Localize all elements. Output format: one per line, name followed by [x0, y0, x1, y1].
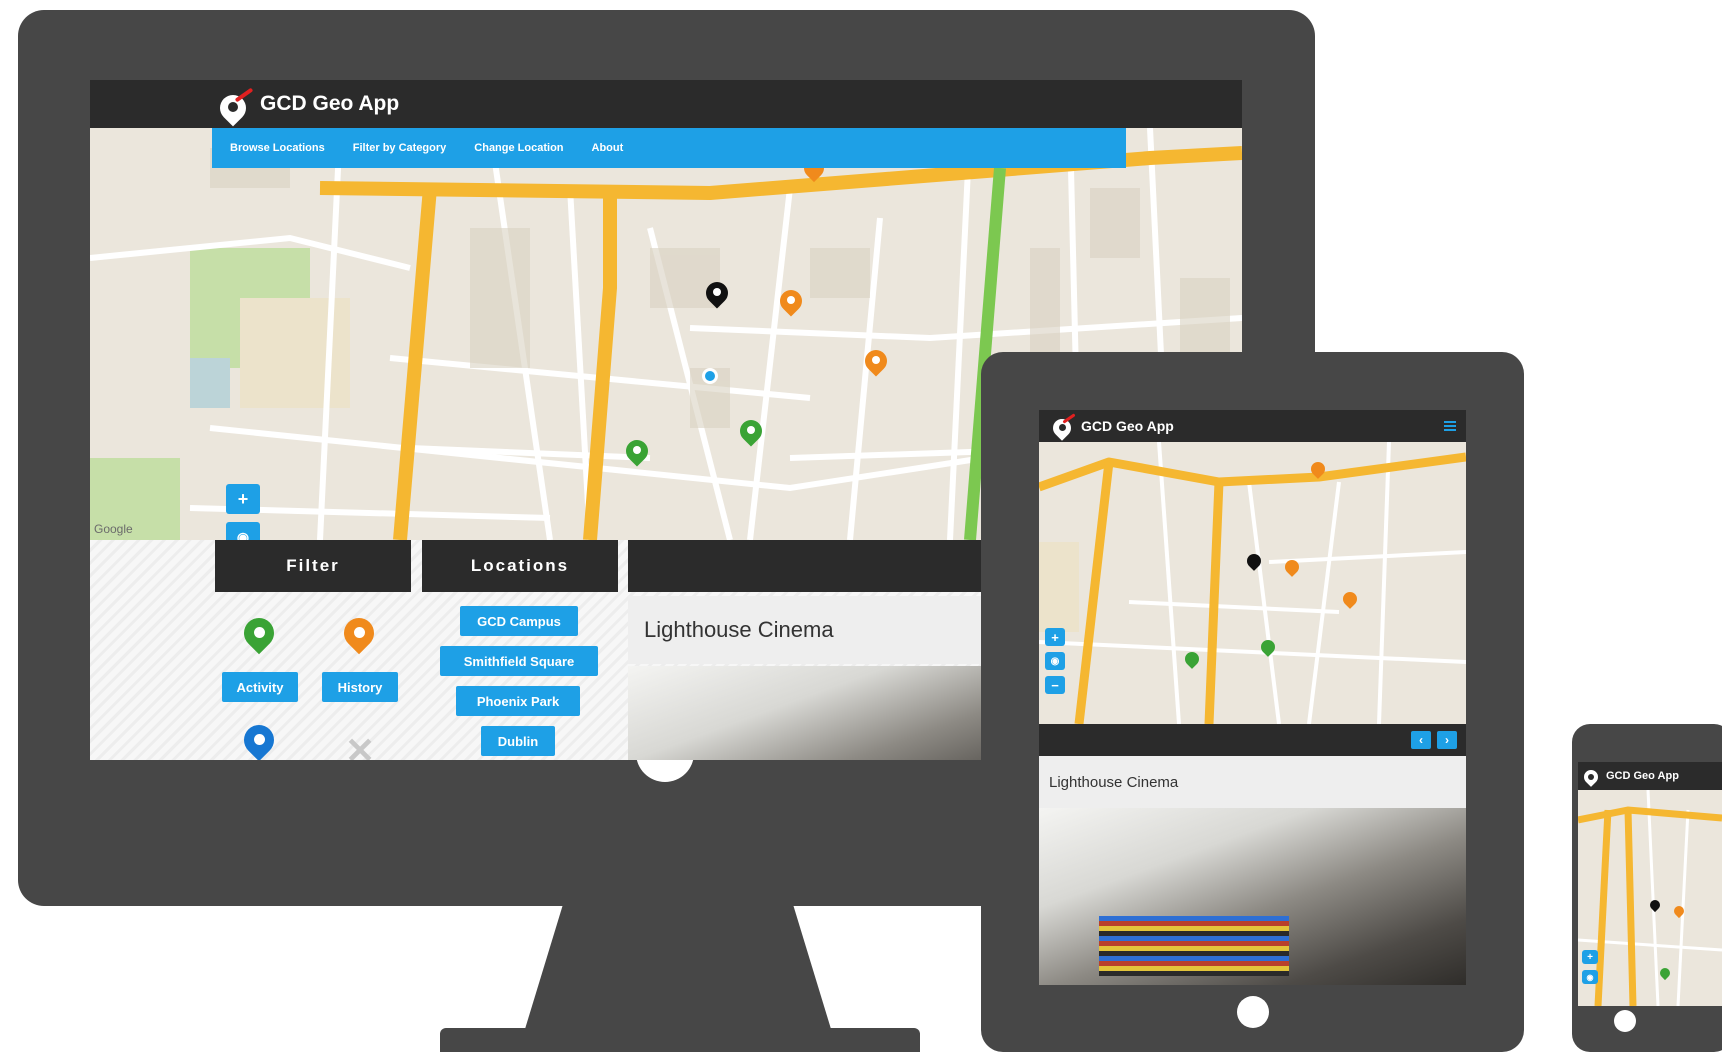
location-smithfield-square-button[interactable]: Smithfield Square [440, 646, 598, 676]
nav-browse-locations[interactable]: Browse Locations [216, 142, 339, 154]
phone-map-pin-history-icon[interactable] [1671, 903, 1687, 919]
location-dublin-button[interactable]: Dublin [481, 726, 555, 756]
filter-history-button[interactable]: History [322, 672, 398, 702]
location-category-icon [237, 718, 281, 760]
tablet-map-tiles [1039, 442, 1466, 724]
current-location-dot-icon [702, 368, 718, 384]
location-phoenix-park-button[interactable]: Phoenix Park [456, 686, 580, 716]
map-attribution: Google [94, 522, 133, 536]
phone-zoom-in-button[interactable]: + [1582, 950, 1598, 964]
cinema-seat-stripes [1099, 916, 1289, 976]
tablet-detail-bar [1039, 724, 1466, 756]
locate-button[interactable]: ◉ [226, 522, 260, 540]
phone-map-pin-activity-icon[interactable] [1657, 965, 1673, 981]
next-location-button[interactable]: › [1437, 731, 1457, 749]
phone-map-view[interactable]: + ◉ [1578, 790, 1722, 1006]
tablet-app-header: GCD Geo App [1039, 410, 1466, 442]
app-header: GCD Geo App [90, 80, 1242, 128]
history-category-icon [337, 611, 381, 655]
map-pin-activity-icon[interactable] [621, 435, 653, 467]
tablet-location-photo [1039, 808, 1466, 985]
tablet-app-title: GCD Geo App [1081, 418, 1174, 434]
location-gcd-campus-button[interactable]: GCD Campus [460, 606, 578, 636]
tablet-map-view[interactable]: + ◉ − [1039, 442, 1466, 724]
app-title: GCD Geo App [260, 92, 400, 115]
filter-activity-button[interactable]: Activity [222, 672, 298, 702]
tablet-screen: GCD Geo App + ◉ − ‹ › Lighthouse Cinema [1039, 410, 1466, 985]
monitor-stand-base [440, 1028, 920, 1052]
prev-location-button[interactable]: ‹ [1411, 731, 1431, 749]
phone-map-pin-selected-icon[interactable] [1647, 897, 1663, 913]
tablet-locate-button[interactable]: ◉ [1045, 652, 1065, 670]
tablet-zoom-out-button[interactable]: − [1045, 676, 1065, 694]
map-pin-history-icon[interactable] [860, 345, 892, 377]
tablet-map-pin-history-icon[interactable] [1308, 459, 1328, 479]
locations-header: Locations [422, 540, 618, 592]
tablet-map-pin-history-icon[interactable] [1340, 589, 1360, 609]
phone-screen: GCD Geo App + ◉ [1578, 762, 1722, 1006]
phone-map-tiles [1578, 790, 1722, 1006]
phone-home-button [1614, 1010, 1636, 1032]
menu-icon[interactable] [1444, 421, 1456, 433]
phone-app-title: GCD Geo App [1606, 770, 1679, 782]
zoom-in-button[interactable]: + [226, 484, 260, 514]
map-pin-selected-icon[interactable] [701, 277, 733, 309]
nav-change-location[interactable]: Change Location [460, 142, 577, 154]
tablet-detail-title: Lighthouse Cinema [1039, 756, 1466, 808]
app-logo-icon [214, 87, 254, 127]
map-pin-history-icon[interactable] [775, 285, 807, 317]
tablet-map-pin-activity-icon[interactable] [1258, 637, 1278, 657]
phone-app-header: GCD Geo App [1578, 762, 1722, 790]
tablet-map-pin-selected-icon[interactable] [1244, 551, 1264, 571]
phone-app-logo-icon [1581, 767, 1601, 787]
nav-filter-by-category[interactable]: Filter by Category [339, 142, 461, 154]
tablet-zoom-in-button[interactable]: + [1045, 628, 1065, 646]
map-pin-activity-icon[interactable] [735, 415, 767, 447]
activity-category-icon [237, 611, 281, 655]
main-navigation: Browse Locations Filter by Category Chan… [212, 128, 1126, 168]
tablet-home-button [1237, 996, 1269, 1028]
tablet-map-pin-history-icon[interactable] [1282, 557, 1302, 577]
nav-about[interactable]: About [578, 142, 638, 154]
tablet-map-pin-activity-icon[interactable] [1182, 649, 1202, 669]
filter-header: Filter [215, 540, 411, 592]
clear-filter-icon[interactable]: ✕ [345, 730, 375, 760]
phone-locate-button[interactable]: ◉ [1582, 970, 1598, 984]
tablet-app-logo-icon [1049, 413, 1076, 441]
